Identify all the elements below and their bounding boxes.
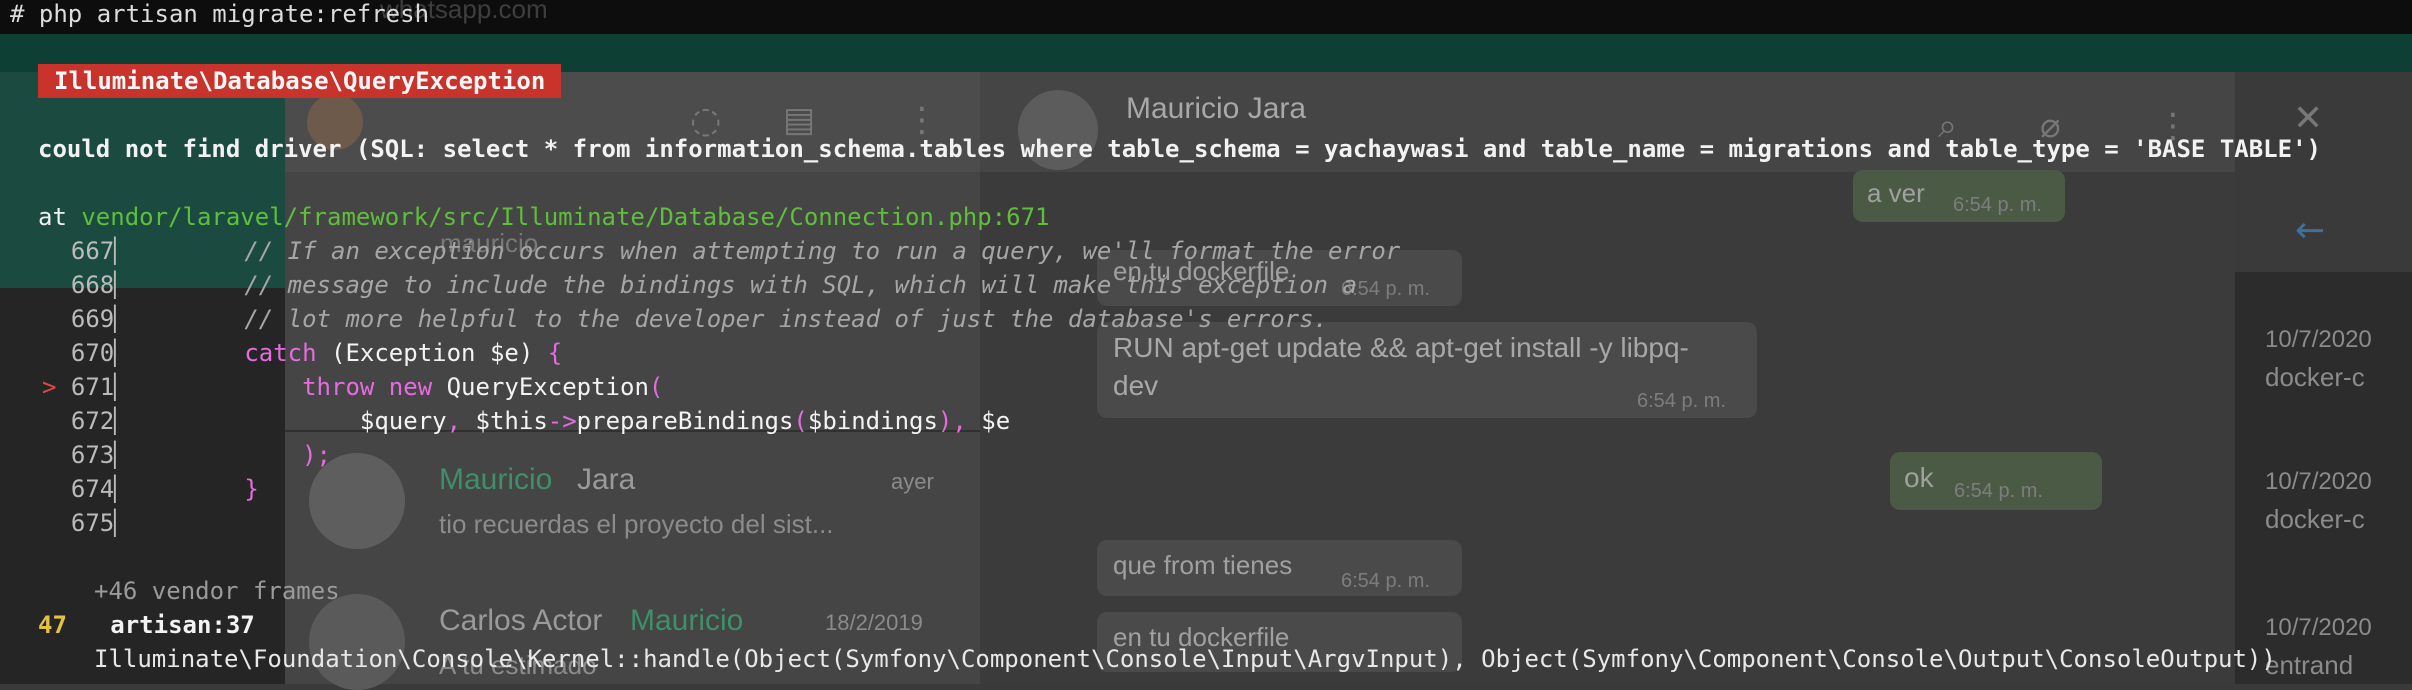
current-line-marker: > (42, 373, 57, 401)
code-line: 668▏ // message to include the bindings … (70, 271, 1357, 299)
line-number: 669 (70, 305, 115, 333)
code-line: 667▏ // If an exception occurs when atte… (70, 237, 1401, 265)
code-line: 673▏ ); (70, 441, 332, 469)
code-line: 674▏ } (70, 475, 259, 503)
line-number: 674 (70, 475, 115, 503)
stack-frame: 47 artisan:37 (38, 608, 255, 642)
line-number: 675 (70, 509, 115, 537)
code-line: 669▏ // lot more helpful to the develope… (70, 305, 1329, 333)
line-number: 673 (70, 441, 115, 469)
vendor-frames-count: +46 vendor frames (94, 577, 340, 605)
terminal-output[interactable]: # php artisan migrate:refresh Illuminate… (0, 0, 2412, 684)
location-line: :671 (991, 203, 1050, 231)
line-number: 672 (70, 407, 115, 435)
frame-location: artisan:37 (110, 611, 255, 639)
frame-call: Illuminate\Foundation\Console\Kernel::ha… (94, 645, 2276, 673)
line-number: 670 (70, 339, 115, 367)
code-text: // lot more helpful to the developer ins… (128, 305, 1329, 333)
location-prefix: at (38, 203, 82, 231)
code-line-highlighted: > 671▏ throw new QueryException( (42, 373, 664, 401)
shell-command: # php artisan migrate:refresh (10, 0, 430, 28)
exception-location: at vendor/laravel/framework/src/Illumina… (38, 200, 1049, 234)
exception-class-badge: Illuminate\Database\QueryException (38, 64, 562, 98)
code-text: // message to include the bindings with … (128, 271, 1357, 299)
code-line: 675▏ (70, 509, 129, 537)
code-text: // If an exception occurs when attemptin… (128, 237, 1401, 265)
exception-message: could not find driver (SQL: select * fro… (38, 135, 2321, 163)
line-number: 671 (70, 373, 115, 401)
frame-number: 47 (38, 611, 67, 639)
line-number: 667 (70, 237, 115, 265)
location-path: vendor/laravel/framework/src/Illuminate/… (81, 203, 992, 231)
code-line: 672▏ $query, $this->prepareBindings($bin… (70, 407, 1011, 435)
line-number: 668 (70, 271, 115, 299)
code-line: 670▏ catch (Exception $e) { (70, 339, 563, 367)
